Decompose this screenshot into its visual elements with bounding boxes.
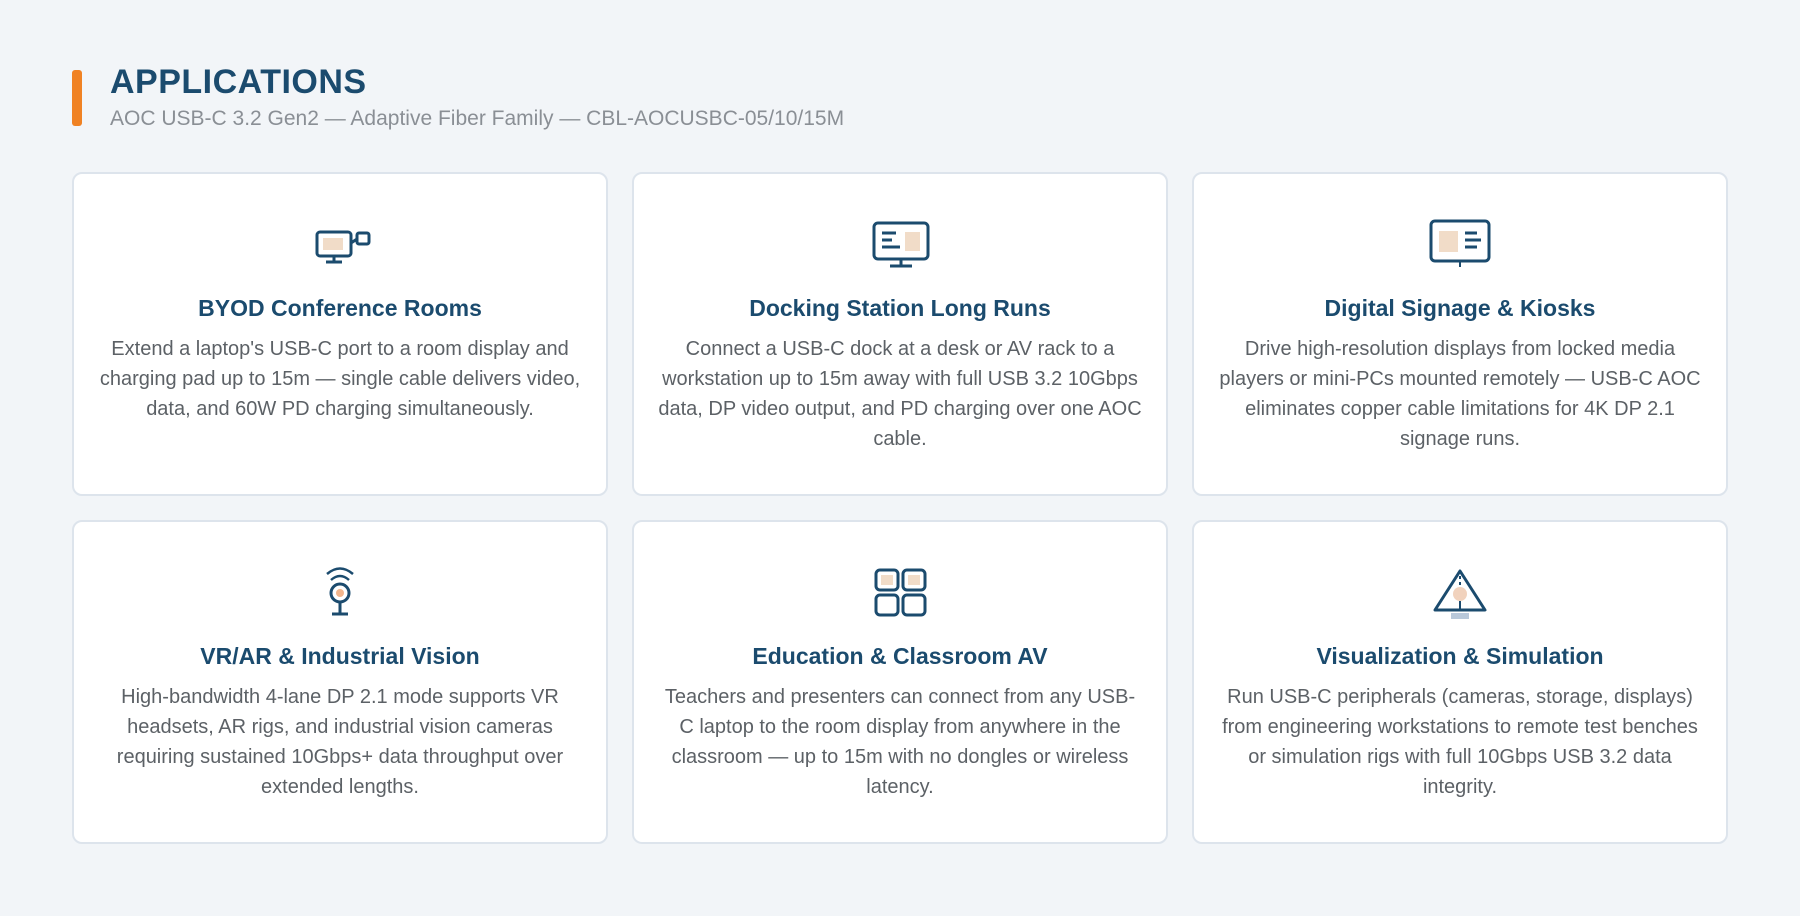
card-description: Connect a USB-C dock at a desk or AV rac… — [658, 338, 1142, 450]
application-card-visualization: Visualization & Simulation Run USB-C per… — [1192, 520, 1728, 844]
card-title: Visualization & Simulation — [1316, 643, 1604, 669]
accent-bar — [72, 70, 82, 126]
docking-monitor-icon — [867, 218, 933, 274]
triangle-projector-icon — [1427, 566, 1493, 622]
card-title: Education & Classroom AV — [752, 643, 1048, 669]
applications-grid: BYOD Conference Rooms Extend a laptop's … — [72, 172, 1728, 844]
application-card-vr-ar: VR/AR & Industrial Vision High-bandwidth… — [72, 520, 608, 844]
signage-display-icon — [1427, 218, 1493, 274]
card-title: VR/AR & Industrial Vision — [200, 643, 480, 669]
page-title: APPLICATIONS — [110, 63, 367, 101]
card-title: Digital Signage & Kiosks — [1324, 295, 1596, 321]
laptop-display-icon — [307, 218, 373, 274]
application-card-docking: Docking Station Long Runs Connect a USB-… — [632, 172, 1168, 496]
grid-panels-icon — [867, 566, 933, 622]
camera-signal-icon — [307, 566, 373, 622]
application-card-byod: BYOD Conference Rooms Extend a laptop's … — [72, 172, 608, 496]
application-card-signage: Digital Signage & Kiosks Drive high-reso… — [1192, 172, 1728, 496]
card-description: Drive high-resolution displays from lock… — [1219, 338, 1701, 450]
card-title: Docking Station Long Runs — [749, 295, 1051, 321]
card-description: High-bandwidth 4-lane DP 2.1 mode suppor… — [116, 686, 564, 798]
card-description: Extend a laptop's USB-C port to a room d… — [99, 338, 581, 420]
card-title: BYOD Conference Rooms — [198, 295, 482, 321]
card-description: Teachers and presenters can connect from… — [664, 686, 1136, 798]
card-description: Run USB-C peripherals (cameras, storage,… — [1222, 686, 1698, 798]
application-card-education: Education & Classroom AV Teachers and pr… — [632, 520, 1168, 844]
page-subtitle: AOC USB-C 3.2 Gen2 — Adaptive Fiber Fami… — [110, 107, 845, 130]
